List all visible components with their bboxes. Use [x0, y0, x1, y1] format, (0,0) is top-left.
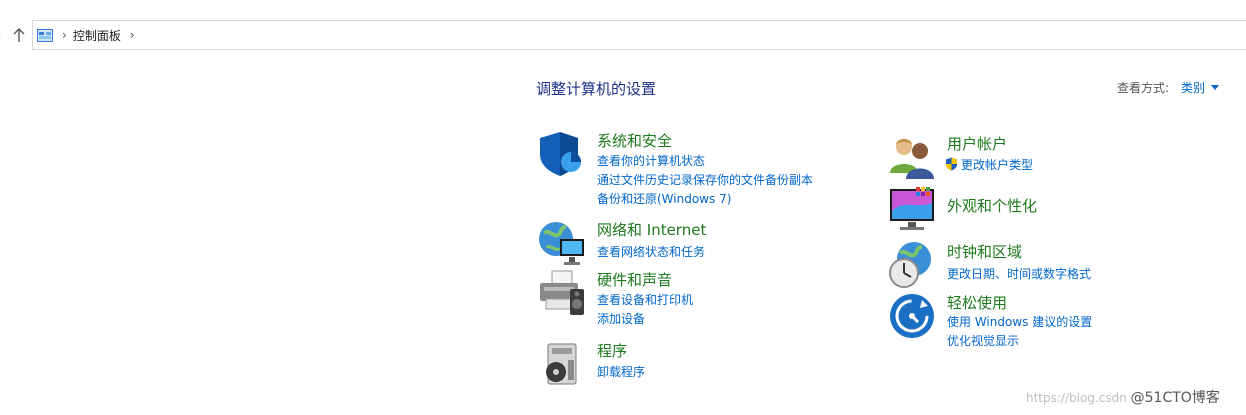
category-title[interactable]: 硬件和声音: [597, 269, 672, 290]
category-title[interactable]: 用户帐户: [947, 133, 1007, 154]
ease-of-access-icon[interactable]: [888, 292, 936, 340]
category-link[interactable]: 使用 Windows 建议的设置: [947, 313, 1092, 330]
uac-shield-icon: [946, 157, 957, 171]
view-by: 查看方式: 类别: [1117, 79, 1220, 96]
network-globe-icon[interactable]: [538, 219, 586, 267]
category-title[interactable]: 外观和个性化: [947, 195, 1037, 216]
control-panel-icon: [37, 28, 53, 42]
watermark-url: https://blog.csdn: [1026, 391, 1127, 405]
category-link[interactable]: 添加设备: [597, 310, 645, 327]
category-link[interactable]: 查看设备和打印机: [597, 291, 693, 308]
category-title[interactable]: 系统和安全: [597, 130, 672, 151]
dropdown-caret-icon[interactable]: [1211, 85, 1220, 90]
clock-globe-icon[interactable]: [888, 241, 936, 289]
printer-speaker-icon[interactable]: [538, 269, 586, 317]
category-link[interactable]: 查看你的计算机状态: [597, 152, 705, 169]
programs-box-icon[interactable]: [538, 340, 586, 388]
category-link[interactable]: 更改帐户类型: [945, 156, 1033, 173]
back-arrow-icon[interactable]: ›: [0, 28, 1, 41]
address-bar[interactable]: › 控制面板 ›: [32, 20, 1246, 50]
category-link[interactable]: 通过文件历史记录保存你的文件备份副本: [597, 171, 813, 188]
category-link[interactable]: 查看网络状态和任务: [597, 243, 705, 260]
user-accounts-icon[interactable]: [888, 133, 936, 181]
security-shield-icon[interactable]: [538, 130, 586, 178]
category-title[interactable]: 轻松使用: [947, 292, 1007, 313]
breadcrumb-control-panel[interactable]: 控制面板: [73, 27, 121, 44]
page-title: 调整计算机的设置: [536, 80, 657, 98]
category-link[interactable]: 备份和还原(Windows 7): [597, 190, 731, 207]
breadcrumb-expand-icon[interactable]: ›: [130, 29, 135, 41]
category-title[interactable]: 网络和 Internet: [597, 219, 706, 240]
category-title[interactable]: 程序: [597, 340, 627, 361]
category-link[interactable]: 卸载程序: [597, 363, 645, 380]
appearance-monitor-icon[interactable]: [888, 185, 936, 233]
category-link[interactable]: 更改日期、时间或数字格式: [947, 265, 1091, 282]
view-by-label: 查看方式:: [1117, 81, 1170, 95]
watermark: https://blog.csdn @51CTO博客: [1026, 387, 1220, 407]
category-title[interactable]: 时钟和区域: [947, 241, 1022, 262]
breadcrumb-separator-icon: ›: [62, 28, 67, 42]
up-button[interactable]: [10, 25, 28, 45]
view-by-dropdown[interactable]: 类别: [1181, 79, 1205, 96]
watermark-brand: @51CTO博客: [1130, 390, 1220, 406]
up-arrow-icon: [13, 28, 25, 42]
category-link[interactable]: 优化视觉显示: [947, 332, 1019, 349]
category-link-text[interactable]: 更改帐户类型: [961, 158, 1033, 172]
